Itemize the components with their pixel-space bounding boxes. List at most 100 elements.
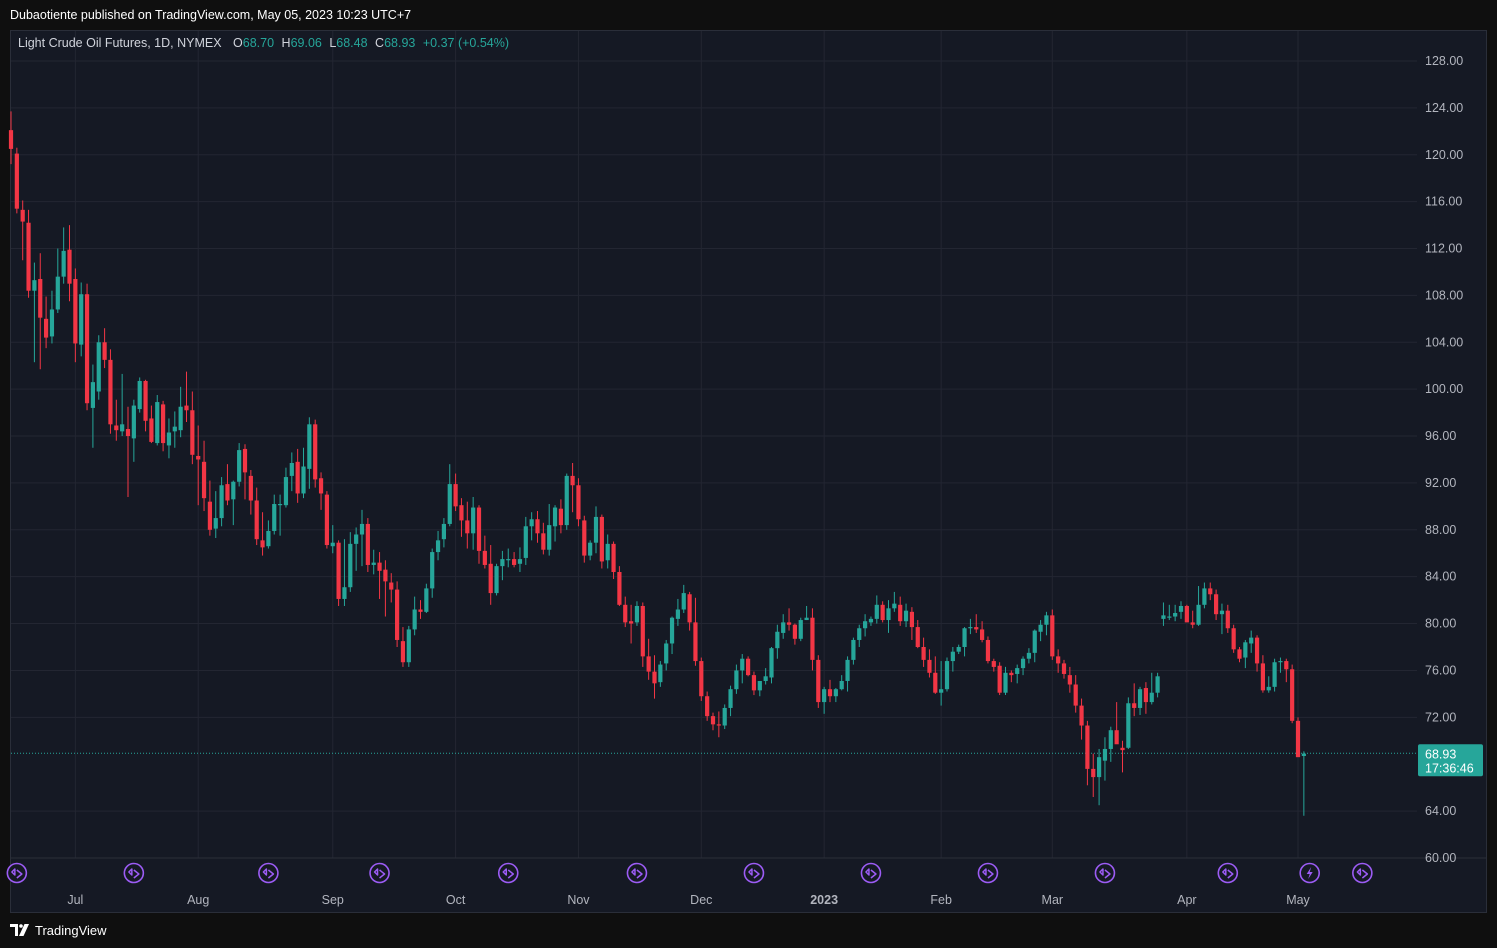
candle[interactable] <box>231 480 236 526</box>
candle[interactable] <box>1173 604 1178 622</box>
candle[interactable] <box>880 601 885 623</box>
candle[interactable] <box>395 581 400 647</box>
candle[interactable] <box>1132 683 1137 717</box>
candle[interactable] <box>769 647 774 684</box>
candle[interactable] <box>418 600 423 619</box>
candle[interactable] <box>20 200 25 261</box>
candle[interactable] <box>465 501 470 549</box>
candle[interactable] <box>552 505 558 542</box>
candle[interactable] <box>839 675 844 691</box>
candle[interactable] <box>798 617 803 642</box>
candle[interactable] <box>775 624 780 659</box>
candle[interactable] <box>1290 664 1295 724</box>
candle[interactable] <box>634 601 640 626</box>
candle[interactable] <box>1149 672 1154 705</box>
candle[interactable] <box>991 658 996 672</box>
candle[interactable] <box>915 620 920 649</box>
candle[interactable] <box>137 377 142 413</box>
candle[interactable] <box>716 711 721 738</box>
candle[interactable] <box>295 448 300 503</box>
candle[interactable] <box>1114 702 1119 745</box>
candle[interactable] <box>710 712 716 731</box>
candle[interactable] <box>494 563 499 596</box>
candle[interactable] <box>512 552 517 568</box>
candle[interactable] <box>857 624 862 647</box>
candle[interactable] <box>114 399 119 441</box>
candle[interactable] <box>1178 601 1184 619</box>
candle[interactable] <box>593 506 599 554</box>
candle[interactable] <box>792 623 797 645</box>
candle[interactable] <box>61 227 66 284</box>
candle[interactable] <box>201 440 207 512</box>
candle[interactable] <box>541 522 546 555</box>
candle[interactable] <box>1295 717 1301 758</box>
candle[interactable] <box>283 467 289 508</box>
candle[interactable] <box>1196 586 1201 626</box>
candle[interactable] <box>1202 582 1207 609</box>
candle[interactable] <box>424 583 429 614</box>
dividend-event-icon[interactable] <box>1217 862 1239 884</box>
candle[interactable] <box>927 649 932 678</box>
dividend-event-icon[interactable] <box>497 862 519 884</box>
candle[interactable] <box>441 518 446 548</box>
candle[interactable] <box>389 573 394 603</box>
candle[interactable] <box>342 539 347 606</box>
candle[interactable] <box>1091 753 1096 798</box>
flash-event-icon[interactable] <box>1299 862 1320 884</box>
candle[interactable] <box>219 477 224 527</box>
candle[interactable] <box>435 530 441 561</box>
candle[interactable] <box>482 535 487 569</box>
candle[interactable] <box>705 691 710 721</box>
candle[interactable] <box>564 473 569 530</box>
candle[interactable] <box>324 491 329 549</box>
candle[interactable] <box>108 349 113 434</box>
candle[interactable] <box>1260 655 1265 693</box>
candle[interactable] <box>102 328 107 369</box>
candle[interactable] <box>757 680 762 697</box>
candle[interactable] <box>1120 740 1125 773</box>
candle[interactable] <box>44 296 49 349</box>
candle[interactable] <box>535 511 540 543</box>
candle[interactable] <box>237 443 242 487</box>
candle[interactable] <box>558 499 563 534</box>
candle[interactable] <box>1214 589 1219 621</box>
candle[interactable] <box>155 395 160 446</box>
candle[interactable] <box>225 464 230 506</box>
candle[interactable] <box>1190 610 1195 629</box>
candle[interactable] <box>453 473 458 512</box>
candle[interactable] <box>1143 682 1148 714</box>
candle[interactable] <box>523 516 528 565</box>
candle[interactable] <box>73 268 78 363</box>
candle[interactable] <box>939 661 944 706</box>
candle[interactable] <box>1237 647 1242 663</box>
candle[interactable] <box>354 527 359 571</box>
candle[interactable] <box>1272 658 1277 692</box>
candle[interactable] <box>143 379 148 432</box>
candle[interactable] <box>681 584 686 614</box>
candle[interactable] <box>1108 726 1113 762</box>
candle[interactable] <box>248 470 253 515</box>
candle[interactable] <box>242 444 248 500</box>
candle[interactable] <box>956 644 961 655</box>
candle[interactable] <box>804 605 809 621</box>
candle[interactable] <box>909 607 914 640</box>
candle[interactable] <box>430 548 435 598</box>
candle[interactable] <box>582 515 587 563</box>
candle[interactable] <box>1061 659 1067 679</box>
candle[interactable] <box>898 596 903 626</box>
candle[interactable] <box>1097 748 1102 806</box>
candle[interactable] <box>664 639 669 671</box>
candle[interactable] <box>289 452 294 492</box>
candle[interactable] <box>1249 630 1254 653</box>
candle[interactable] <box>196 425 201 506</box>
candle[interactable] <box>1079 698 1084 740</box>
candle[interactable] <box>892 591 897 612</box>
candle[interactable] <box>149 405 154 444</box>
candle[interactable] <box>652 655 657 699</box>
candle[interactable] <box>266 520 271 549</box>
candle[interactable] <box>623 596 628 628</box>
candle[interactable] <box>962 627 967 657</box>
candle[interactable] <box>868 616 874 626</box>
candle[interactable] <box>476 505 482 564</box>
candle[interactable] <box>383 560 388 617</box>
